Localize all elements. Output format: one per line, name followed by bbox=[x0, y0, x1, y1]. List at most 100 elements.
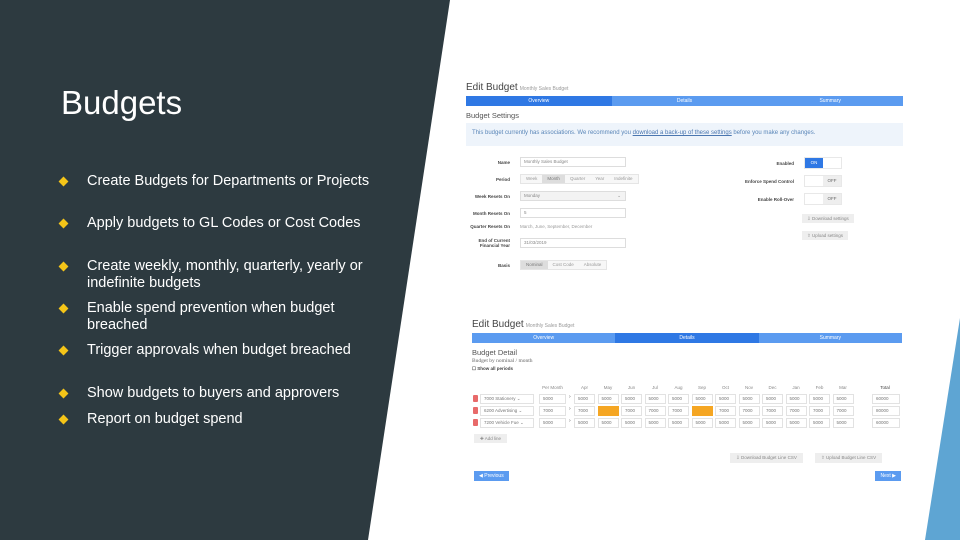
end-fy-input[interactable]: 31/03/2019 bbox=[520, 238, 626, 248]
month-input[interactable]: 5000 bbox=[809, 418, 830, 428]
month-input[interactable]: 3000 bbox=[597, 406, 619, 416]
month-input[interactable]: 7000 bbox=[738, 406, 760, 416]
apply-all-arrow-icon[interactable]: › bbox=[569, 418, 571, 424]
tab-summary[interactable]: Summary bbox=[758, 333, 902, 343]
apply-all-arrow-icon[interactable]: › bbox=[569, 394, 571, 400]
roll-over-toggle[interactable]: OFF bbox=[804, 193, 842, 205]
month-input[interactable]: 7000 bbox=[809, 406, 830, 416]
month-input[interactable]: 5000 bbox=[832, 418, 854, 428]
tab-summary[interactable]: Summary bbox=[757, 96, 904, 106]
name-input[interactable]: Monthly Sales Budget bbox=[520, 157, 626, 167]
month-input[interactable]: 5000 bbox=[574, 418, 595, 428]
column-header: Oct bbox=[721, 385, 729, 390]
diamond-bullet-icon bbox=[58, 261, 69, 272]
add-line-button[interactable]: ✚ Add line bbox=[474, 434, 508, 443]
month-input[interactable]: 7000 bbox=[715, 406, 736, 416]
month-input[interactable]: 5000 bbox=[597, 394, 619, 404]
enforce-spend-toggle[interactable]: OFF bbox=[804, 175, 842, 187]
period-indefinite[interactable]: Indefinite bbox=[609, 175, 638, 183]
month-input[interactable]: 5000 bbox=[738, 394, 760, 404]
tab-overview[interactable]: Overview bbox=[472, 333, 616, 343]
feature-item: Create weekly, monthly, quarterly, yearl… bbox=[58, 258, 377, 291]
download-backup-link[interactable]: download a back-up of these settings bbox=[633, 130, 732, 136]
column-header: Per Month bbox=[542, 385, 563, 390]
month-input[interactable]: 5000 bbox=[644, 418, 666, 428]
month-input[interactable]: 5000 bbox=[644, 394, 666, 404]
month-input[interactable]: 7000 bbox=[621, 406, 642, 416]
column-header: Aug bbox=[674, 385, 683, 390]
upload-csv-button[interactable]: ⇧ Upload Budget Line CSV bbox=[815, 453, 883, 463]
section-title: Budget Detail bbox=[472, 348, 518, 357]
nominal-code-select[interactable]: 7200 Vehicle Fue ⌄ bbox=[480, 418, 534, 428]
chevron-down-icon: ⌄ bbox=[617, 193, 621, 198]
month-input[interactable]: 3000 bbox=[691, 406, 713, 416]
apply-all-arrow-icon[interactable]: › bbox=[569, 406, 571, 412]
enabled-row: Enabled ON bbox=[722, 157, 842, 169]
previous-button[interactable]: ◀ Previous bbox=[474, 471, 509, 481]
next-button[interactable]: Next ▶ bbox=[875, 471, 901, 481]
month-input[interactable]: 5000 bbox=[668, 418, 689, 428]
month-input[interactable]: 5000 bbox=[574, 394, 595, 404]
month-input[interactable]: 7000 bbox=[785, 406, 807, 416]
column-header: Jun bbox=[627, 385, 636, 390]
week-resets-row: Week Resets On Monday ⌄ bbox=[466, 191, 626, 201]
upload-settings-button[interactable]: ⇧ Upload settings bbox=[802, 231, 849, 240]
period-quarter[interactable]: Quarter bbox=[564, 175, 591, 183]
month-input[interactable]: 5000 bbox=[715, 394, 736, 404]
month-input[interactable]: 5000 bbox=[809, 394, 830, 404]
month-input[interactable]: 5000 bbox=[762, 418, 783, 428]
tab-details[interactable]: Details bbox=[615, 333, 759, 343]
period-month[interactable]: Month bbox=[542, 175, 565, 183]
basis-absolute[interactable]: Absolute bbox=[578, 261, 607, 269]
month-input[interactable]: 5000 bbox=[621, 418, 642, 428]
month-input[interactable]: 5000 bbox=[762, 394, 783, 404]
month-input[interactable]: 5000 bbox=[832, 394, 854, 404]
tab-overview[interactable]: Overview bbox=[466, 96, 612, 106]
trash-icon[interactable] bbox=[473, 419, 478, 426]
nominal-code-select[interactable]: 7000 Stationery ⌄ bbox=[480, 394, 534, 404]
basis-selector: Nominal Cost Code Absolute bbox=[520, 260, 608, 270]
month-input[interactable]: 5000 bbox=[785, 418, 807, 428]
month-input[interactable]: 5000 bbox=[785, 394, 807, 404]
period-week[interactable]: Week bbox=[521, 175, 543, 183]
budget-row: 6200 Advertising ⌄ 7000 › 7000 3000 7000 7000 7… bbox=[472, 405, 902, 417]
feature-item: Create Budgets for Departments or Projec… bbox=[58, 173, 377, 190]
tab-details[interactable]: Details bbox=[611, 96, 758, 106]
per-month-input[interactable]: 5000 bbox=[539, 394, 566, 404]
trash-icon[interactable] bbox=[473, 407, 478, 414]
period-year[interactable]: Year bbox=[590, 175, 610, 183]
month-input[interactable]: 5000 bbox=[668, 394, 689, 404]
enabled-toggle[interactable]: ON bbox=[804, 157, 842, 169]
month-input[interactable]: 7000 bbox=[762, 406, 783, 416]
basis-cost-code[interactable]: Cost Code bbox=[547, 261, 579, 269]
show-all-periods-checkbox[interactable]: ☐ Show all periods bbox=[472, 366, 902, 372]
enforce-spend-row: Enforce Spend Control OFF bbox=[722, 175, 842, 187]
month-input[interactable]: 7000 bbox=[574, 406, 595, 416]
month-input[interactable]: 5000 bbox=[621, 394, 642, 404]
month-resets-input[interactable]: 5 bbox=[520, 208, 626, 218]
download-csv-button[interactable]: ⇩ Download Budget Line CSV bbox=[730, 453, 803, 463]
month-input[interactable]: 7000 bbox=[668, 406, 689, 416]
budget-settings-screenshot: Edit Budget Monthly Sales Budget Overview… bbox=[466, 82, 904, 277]
month-input[interactable]: 5000 bbox=[597, 418, 619, 428]
basis-nominal[interactable]: Nominal bbox=[521, 261, 548, 269]
per-month-input[interactable]: 5000 bbox=[539, 418, 566, 428]
budget-row: 7200 Vehicle Fue ⌄ 5000 › 5000 5000 5000 5000 5… bbox=[472, 417, 902, 429]
per-month-input[interactable]: 7000 bbox=[539, 406, 566, 416]
download-settings-button[interactable]: ⇩ Download settings bbox=[802, 214, 854, 223]
diamond-bullet-icon bbox=[58, 176, 69, 187]
quarter-resets-row: Quarter Resets On March, June, September… bbox=[470, 224, 593, 229]
name-row: Name Monthly Sales Budget bbox=[466, 157, 626, 167]
nominal-code-select[interactable]: 6200 Advertising ⌄ bbox=[480, 406, 534, 416]
grid-header: Per Month Apr May Jun Jul Aug Sep Oct Nov Dec Jan F… bbox=[472, 383, 902, 393]
month-input[interactable]: 5000 bbox=[691, 394, 713, 404]
month-input[interactable]: 5000 bbox=[691, 418, 713, 428]
column-header: Jul bbox=[652, 385, 658, 390]
diamond-bullet-icon bbox=[58, 303, 69, 314]
month-input[interactable]: 5000 bbox=[738, 418, 760, 428]
month-input[interactable]: 5000 bbox=[715, 418, 736, 428]
month-input[interactable]: 7000 bbox=[644, 406, 666, 416]
trash-icon[interactable] bbox=[473, 395, 478, 402]
week-resets-select[interactable]: Monday ⌄ bbox=[520, 191, 626, 201]
month-input[interactable]: 7000 bbox=[832, 406, 854, 416]
